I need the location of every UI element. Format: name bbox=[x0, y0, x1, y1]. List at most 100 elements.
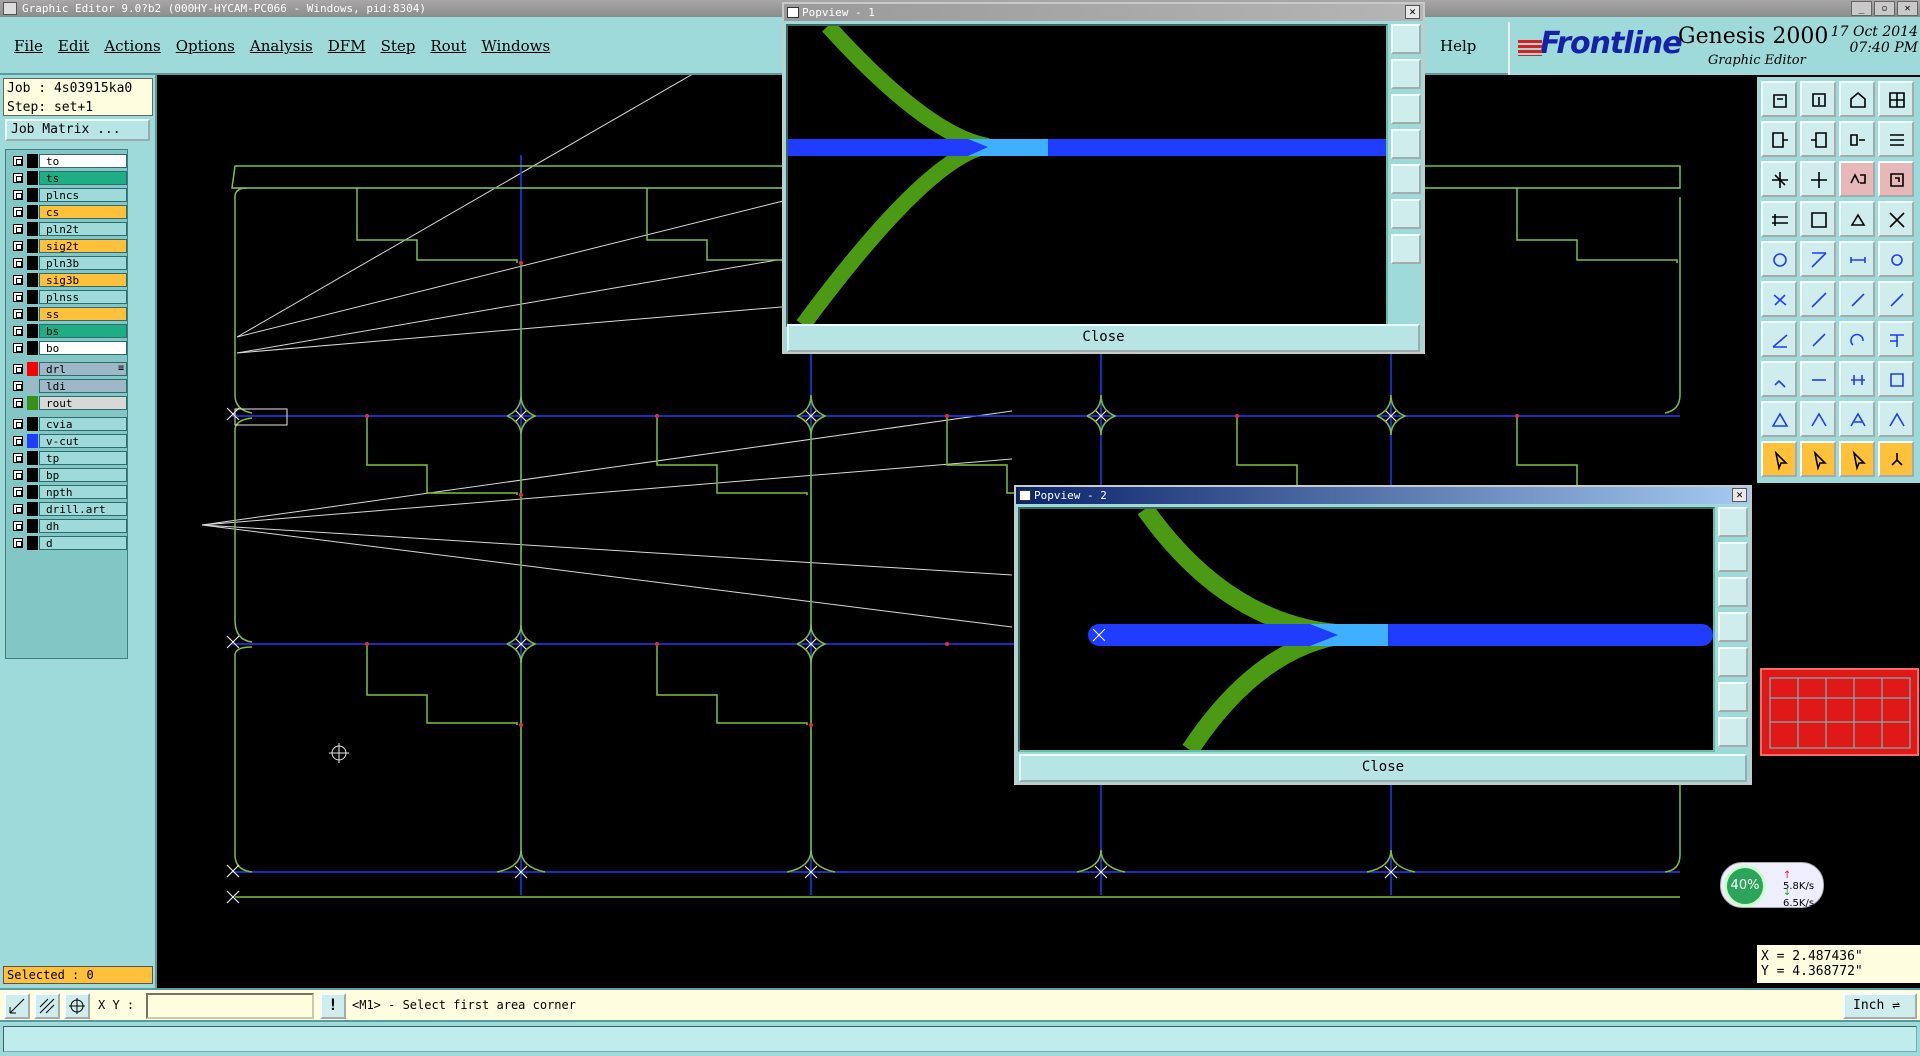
home-tool-button[interactable] bbox=[1839, 81, 1875, 117]
circle-tool-button[interactable] bbox=[1878, 241, 1914, 277]
pv2-tool-5[interactable] bbox=[1718, 647, 1748, 677]
layer-checkbox[interactable] bbox=[13, 224, 23, 234]
pv1-tool-1[interactable] bbox=[1391, 24, 1421, 54]
open-tool-button[interactable] bbox=[1761, 81, 1797, 117]
layer-checkbox[interactable] bbox=[13, 326, 23, 336]
menu-file[interactable]: File bbox=[14, 37, 43, 55]
network-monitor[interactable]: 40% ↑ 5.8K/s ↓ 6.5K/s bbox=[1720, 862, 1824, 909]
snap-tool-button[interactable] bbox=[4, 993, 30, 1019]
triangle-tool-button[interactable] bbox=[1761, 401, 1797, 437]
ratio-tool-button[interactable] bbox=[1839, 161, 1875, 197]
layer-row-plncs[interactable]: plncs bbox=[9, 188, 127, 202]
menu-windows[interactable]: Windows bbox=[481, 37, 550, 55]
layer-name[interactable]: cvia bbox=[39, 417, 127, 431]
layer-checkbox[interactable] bbox=[13, 156, 23, 166]
pv2-tool-7[interactable] bbox=[1718, 717, 1748, 747]
layer-name[interactable]: sig3b bbox=[39, 273, 127, 287]
pv1-tool-7[interactable] bbox=[1391, 234, 1421, 264]
layer-row-sig3b[interactable]: sig3b bbox=[9, 273, 127, 287]
minimize-button[interactable]: _ bbox=[1851, 1, 1872, 16]
menu-step[interactable]: Step bbox=[381, 37, 416, 55]
layer-name[interactable]: cs bbox=[39, 205, 127, 219]
layer-name[interactable]: d bbox=[39, 536, 127, 550]
xy-input[interactable] bbox=[146, 993, 314, 1019]
layer-row-bs[interactable]: bs bbox=[9, 324, 127, 338]
layer-name[interactable]: to bbox=[39, 154, 127, 168]
layer-name[interactable]: dh bbox=[39, 519, 127, 533]
layer-name[interactable]: rout bbox=[39, 396, 127, 410]
popview-2-close-x[interactable]: ✕ bbox=[1732, 488, 1747, 502]
measure-pad-tool-button[interactable] bbox=[1839, 361, 1875, 397]
layer-checkbox[interactable] bbox=[13, 190, 23, 200]
layer-checkbox[interactable] bbox=[13, 173, 23, 183]
menu-options[interactable]: Options bbox=[176, 37, 235, 55]
layer-checkbox[interactable] bbox=[13, 309, 23, 319]
select-pointer-2-tool-button[interactable] bbox=[1800, 441, 1836, 477]
layer-row-sig2t[interactable]: sig2t bbox=[9, 239, 127, 253]
layer-row-bo[interactable]: bo bbox=[9, 341, 127, 355]
split-tool-button[interactable] bbox=[1800, 361, 1836, 397]
grid-tool-button[interactable] bbox=[1800, 201, 1836, 237]
menu-actions[interactable]: Actions bbox=[104, 37, 160, 55]
close-window-button[interactable]: ✕ bbox=[1897, 1, 1918, 16]
layer-checkbox[interactable] bbox=[13, 436, 23, 446]
text-tool-button[interactable] bbox=[1878, 321, 1914, 357]
layer-checkbox[interactable] bbox=[13, 207, 23, 217]
layer-name[interactable]: bp bbox=[39, 468, 127, 482]
layer-checkbox[interactable] bbox=[13, 258, 23, 268]
layer-row-drill.art[interactable]: drill.art bbox=[9, 502, 127, 516]
layer-row-pln2t[interactable]: pln2t bbox=[9, 222, 127, 236]
layer-checkbox[interactable] bbox=[13, 538, 23, 548]
pv1-tool-3[interactable] bbox=[1391, 94, 1421, 124]
cross-tool-button[interactable] bbox=[1878, 201, 1914, 237]
layer-name[interactable]: ts bbox=[39, 171, 127, 185]
pv2-tool-4[interactable] bbox=[1718, 612, 1748, 642]
layer-row-ss[interactable]: ss bbox=[9, 307, 127, 321]
layer-row-rout[interactable]: rout bbox=[9, 396, 127, 410]
help-pane-tool-button[interactable] bbox=[1878, 161, 1914, 197]
grid-tool-button[interactable] bbox=[64, 993, 90, 1019]
select-pointer-3-tool-button[interactable] bbox=[1839, 441, 1875, 477]
layer-row-ts[interactable]: ts bbox=[9, 171, 127, 185]
menu-help[interactable]: Help bbox=[1440, 37, 1476, 55]
popview-1-close-button[interactable]: Close bbox=[787, 324, 1420, 352]
layer-name[interactable]: pln3b bbox=[39, 256, 127, 270]
route-d-tool-button[interactable] bbox=[1800, 321, 1836, 357]
popview-2-close-button[interactable]: Close bbox=[1019, 754, 1747, 782]
arc-tool-button[interactable] bbox=[1839, 321, 1875, 357]
fit-tool-button[interactable] bbox=[1761, 161, 1797, 197]
layer-checkbox[interactable] bbox=[13, 364, 23, 374]
pv2-tool-3[interactable] bbox=[1718, 577, 1748, 607]
layer-name[interactable]: plncs bbox=[39, 188, 127, 202]
layer-row-plnss[interactable]: plnss bbox=[9, 290, 127, 304]
layer-name[interactable]: drill.art bbox=[39, 502, 127, 516]
layer-checkbox[interactable] bbox=[13, 453, 23, 463]
layer-name[interactable]: pln2t bbox=[39, 222, 127, 236]
angle-tool-button[interactable] bbox=[1761, 321, 1797, 357]
unit-selector[interactable]: Inch ⇌ bbox=[1843, 993, 1917, 1019]
layer-checkbox[interactable] bbox=[13, 381, 23, 391]
layer-name[interactable]: ldi bbox=[39, 379, 127, 393]
layer-checkbox[interactable] bbox=[13, 343, 23, 353]
layer-checkbox[interactable] bbox=[13, 487, 23, 497]
center-tool-button[interactable] bbox=[1800, 161, 1836, 197]
triangle-bar-tool-button[interactable] bbox=[1839, 401, 1875, 437]
select-pointer-tool-button[interactable] bbox=[1761, 441, 1797, 477]
save-tool-button[interactable] bbox=[1800, 81, 1836, 117]
layer-checkbox[interactable] bbox=[13, 275, 23, 285]
connect-tool-button[interactable] bbox=[1761, 281, 1797, 317]
pv1-tool-2[interactable] bbox=[1391, 59, 1421, 89]
layer-name[interactable]: npth bbox=[39, 485, 127, 499]
pv1-tool-6[interactable] bbox=[1391, 199, 1421, 229]
step-repeat-tool-button[interactable] bbox=[1878, 441, 1914, 477]
layer-name[interactable]: sig2t bbox=[39, 239, 127, 253]
pv2-tool-1[interactable] bbox=[1718, 507, 1748, 537]
triangle-outline-tool-button[interactable] bbox=[1800, 401, 1836, 437]
layer-name[interactable]: plnss bbox=[39, 290, 127, 304]
layer-row-cvia[interactable]: cvia bbox=[9, 417, 127, 431]
layer-checkbox[interactable] bbox=[13, 419, 23, 429]
layer-row-pln3b[interactable]: pln3b bbox=[9, 256, 127, 270]
surface-tool-button[interactable] bbox=[1839, 241, 1875, 277]
pv1-tool-5[interactable] bbox=[1391, 164, 1421, 194]
layer-name[interactable]: bs bbox=[39, 324, 127, 338]
